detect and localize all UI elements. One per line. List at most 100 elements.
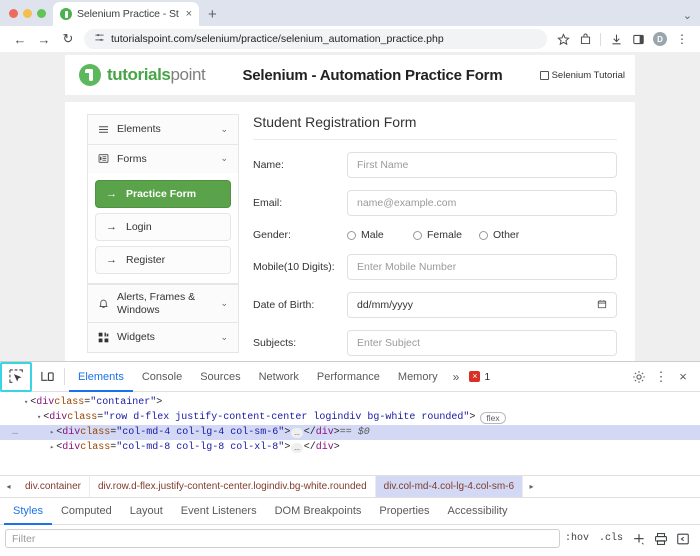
expand-children-icon[interactable]: … <box>291 428 302 438</box>
error-count: 1 <box>484 371 490 383</box>
chevron-down-icon: ⌄ <box>220 124 228 135</box>
dob-input[interactable]: dd/mm/yyyy <box>347 292 617 318</box>
forward-button[interactable]: → <box>32 28 56 50</box>
more-tabs-icon[interactable]: » <box>447 370 466 384</box>
print-style-icon[interactable] <box>650 528 672 550</box>
external-link-icon <box>540 71 549 80</box>
dom-token-attr: class <box>67 412 97 423</box>
tab-network[interactable]: Network <box>250 362 308 392</box>
dom-node-row[interactable]: ▾<div class="container"> <box>0 395 700 410</box>
dom-tree[interactable]: ▾<div class="container">▾<div class="row… <box>0 392 700 475</box>
radio-circle-icon[interactable] <box>413 231 422 240</box>
breadcrumb-item[interactable]: div.col-md-4.col-lg-4.col-sm-6 <box>376 476 523 498</box>
avatar[interactable]: D <box>650 29 670 49</box>
triangle-expanded-icon[interactable]: ▾ <box>24 398 28 407</box>
calendar-icon[interactable] <box>597 299 607 312</box>
gender-radio-other[interactable]: Other <box>479 229 545 241</box>
dom-token-tag: div <box>36 397 54 408</box>
tab-event-listeners[interactable]: Event Listeners <box>172 498 266 525</box>
devtools-menu-icon[interactable]: ⋮ <box>650 362 672 392</box>
subjects-input[interactable]: Enter Subject <box>347 330 617 356</box>
triangle-collapsed-icon[interactable]: ▸ <box>50 428 54 437</box>
sidebar-item-alerts-frames-windows[interactable]: Alerts, Frames & Windows ⌄ <box>87 284 239 323</box>
inspect-element-button[interactable] <box>0 362 32 392</box>
maximize-window-button[interactable] <box>37 9 46 18</box>
selenium-tutorial-link[interactable]: Selenium Tutorial <box>540 70 625 81</box>
form-row-subjects: Subjects: Enter Subject <box>253 330 617 356</box>
chevron-down-icon: ⌄ <box>220 298 228 309</box>
dom-token-tag: div <box>62 442 80 453</box>
tab-accessibility[interactable]: Accessibility <box>439 498 517 525</box>
flex-badge[interactable]: flex <box>480 412 505 424</box>
filter-input[interactable]: Filter <box>5 529 560 548</box>
dom-node-row[interactable]: …▸<div class="col-md-4 col-lg-4 col-sm-6… <box>0 425 700 440</box>
tab-elements[interactable]: Elements <box>69 362 133 392</box>
breadcrumb-scroll-left[interactable]: ◂ <box>0 482 17 491</box>
toolbar-actions: D ⋮ <box>553 29 692 49</box>
new-tab-button[interactable]: + <box>199 7 226 26</box>
extensions-icon[interactable] <box>575 29 595 49</box>
subnav-item-login[interactable]: → Login <box>95 213 231 241</box>
tab-memory[interactable]: Memory <box>389 362 447 392</box>
bookmark-star-icon[interactable] <box>553 29 573 49</box>
sidebar-item-label: Forms <box>117 153 212 166</box>
panel-toggle-icon[interactable] <box>672 528 694 550</box>
tab-performance[interactable]: Performance <box>308 362 389 392</box>
close-devtools-icon[interactable]: × <box>672 362 694 392</box>
radio-circle-icon[interactable] <box>479 231 488 240</box>
triangle-collapsed-icon[interactable]: ▸ <box>50 443 54 452</box>
mobile-input[interactable]: Enter Mobile Number <box>347 254 617 280</box>
site-logo[interactable]: tutorialspoint <box>79 64 205 86</box>
breadcrumb-scroll-right[interactable]: ▸ <box>523 482 540 491</box>
profile-initial: D <box>653 32 667 46</box>
sidebar-item-widgets[interactable]: Widgets ⌄ <box>87 322 239 353</box>
tab-layout[interactable]: Layout <box>121 498 172 525</box>
name-input[interactable]: First Name <box>347 152 617 178</box>
error-count-badge[interactable]: × 1 <box>465 371 494 383</box>
dom-node-row[interactable]: ▾<div class="row d-flex justify-content-… <box>0 410 700 425</box>
downloads-icon[interactable] <box>606 29 626 49</box>
hov-button[interactable]: :hov <box>560 529 594 548</box>
toolbar-divider <box>64 368 65 385</box>
gender-radio-male[interactable]: Male <box>347 229 413 241</box>
tab-console[interactable]: Console <box>133 362 191 392</box>
dom-token-var: == $0 <box>340 427 370 438</box>
side-panel-icon[interactable] <box>628 29 648 49</box>
logo-text-light: point <box>170 65 205 84</box>
radio-circle-icon[interactable] <box>347 231 356 240</box>
tab-computed[interactable]: Computed <box>52 498 121 525</box>
back-button[interactable]: ← <box>8 28 32 50</box>
chevron-down-icon[interactable]: ⌄ <box>683 9 692 22</box>
page-body: Elements ⌄ Forms ⌄ <box>65 102 635 361</box>
browser-tab[interactable]: Selenium Practice - Student R × <box>53 2 199 26</box>
breadcrumb-item[interactable]: div.container <box>17 476 90 498</box>
sidebar-item-elements[interactable]: Elements ⌄ <box>87 114 239 145</box>
tab-dom-breakpoints[interactable]: DOM Breakpoints <box>266 498 371 525</box>
email-input[interactable]: name@example.com <box>347 190 617 216</box>
breadcrumb-item[interactable]: div.row.d-flex.justify-content-center.lo… <box>90 476 376 498</box>
close-tab-icon[interactable]: × <box>184 8 194 20</box>
subnav-item-register[interactable]: → Register <box>95 246 231 274</box>
triangle-expanded-icon[interactable]: ▾ <box>37 413 41 422</box>
browser-toolbar: ← → ↻ tutorialspoint.com/selenium/practi… <box>0 26 700 52</box>
tab-properties[interactable]: Properties <box>370 498 438 525</box>
subnav-item-practice-form[interactable]: → Practice Form <box>95 180 231 208</box>
expand-children-icon[interactable]: … <box>291 443 302 453</box>
site-header: tutorialspoint Selenium - Automation Pra… <box>65 55 635 95</box>
address-bar[interactable]: tutorialspoint.com/selenium/practice/sel… <box>84 29 547 49</box>
settings-gear-icon[interactable] <box>628 362 650 392</box>
site-settings-icon[interactable] <box>94 30 105 48</box>
gender-radio-female[interactable]: Female <box>413 229 479 241</box>
tab-sources[interactable]: Sources <box>191 362 249 392</box>
device-toolbar-button[interactable] <box>32 362 62 392</box>
dom-node-row[interactable]: ▸<div class="col-md-8 col-lg-8 col-xl-8"… <box>0 440 700 455</box>
sidebar-item-forms[interactable]: Forms ⌄ <box>87 144 239 175</box>
close-window-button[interactable] <box>9 9 18 18</box>
reload-button[interactable]: ↻ <box>56 28 80 50</box>
tab-styles[interactable]: Styles <box>4 498 52 525</box>
plus-icon[interactable] <box>628 528 650 550</box>
browser-menu-icon[interactable]: ⋮ <box>672 29 692 49</box>
toolbar-divider <box>600 33 601 46</box>
minimize-window-button[interactable] <box>23 9 32 18</box>
cls-button[interactable]: .cls <box>594 529 628 548</box>
